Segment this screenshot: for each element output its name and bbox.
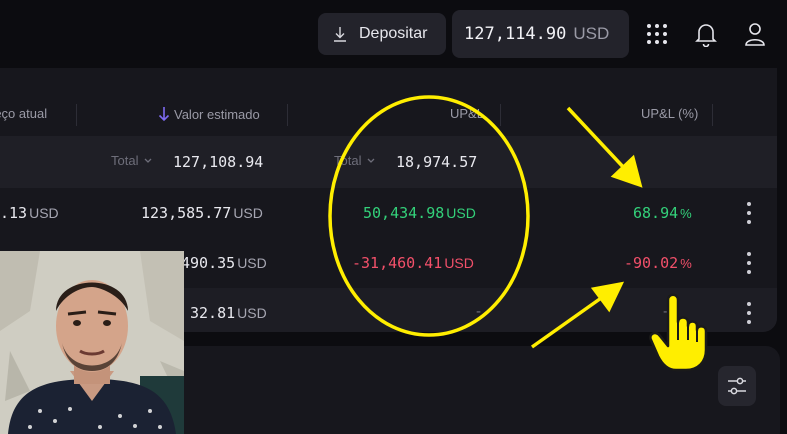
estimated-value-cell: 490.35 USD <box>181 254 267 272</box>
chevron-down-icon <box>145 158 152 163</box>
deposit-label: Depositar <box>359 25 428 42</box>
download-icon <box>334 27 346 42</box>
current-price-cell: .13 USD <box>0 204 59 222</box>
secondary-panel <box>150 346 780 434</box>
column-divider <box>287 104 288 126</box>
totals-row: Total 127,108.94 Total 18,974.57 <box>0 136 777 188</box>
chevron-down-icon <box>368 158 375 163</box>
bell-icon[interactable] <box>693 20 719 48</box>
upl-cell: 50,434.98 USD <box>363 204 476 222</box>
total-estimated-label[interactable]: Total <box>111 153 152 168</box>
upl-pct-cell: -90.02% <box>624 254 692 272</box>
column-estimated-value-label: Valor estimado <box>174 106 260 122</box>
balance-display[interactable]: 127,114.90 USD <box>452 10 629 58</box>
total-upl-value: 18,974.57 <box>396 153 478 171</box>
upl-pct-cell: 68.94% <box>633 204 692 222</box>
total-estimated-value: 127,108.94 <box>173 153 264 171</box>
balance-currency: USD <box>573 24 610 43</box>
column-divider <box>76 104 77 126</box>
deposit-button[interactable]: Depositar <box>318 13 446 55</box>
column-divider <box>712 104 713 126</box>
table-row[interactable]: .13 USD 123,585.77 USD 50,434.98 USD 68.94% <box>0 188 777 238</box>
webcam-overlay <box>0 251 184 434</box>
upl-cell: - <box>476 303 481 320</box>
upl-pct-cell: - <box>663 303 668 320</box>
upl-cell: -31,460.41 USD <box>352 254 474 272</box>
column-current-price[interactable]: reço atual <box>0 106 47 121</box>
apps-grid-icon[interactable] <box>644 20 670 48</box>
kebab-menu-icon[interactable] <box>745 202 753 224</box>
column-estimated-value[interactable]: Valor estimado <box>158 106 260 122</box>
kebab-menu-icon[interactable] <box>745 302 753 324</box>
filter-sliders-icon <box>728 377 746 395</box>
estimated-value-cell: 123,585.77 USD <box>141 204 263 222</box>
top-bar: Depositar 127,114.90 USD <box>0 0 787 68</box>
column-upl-pct[interactable]: UP&L (%) <box>641 106 698 121</box>
user-icon[interactable] <box>742 20 768 48</box>
kebab-menu-icon[interactable] <box>745 252 753 274</box>
estimated-value-cell: 32.81 USD <box>190 304 267 322</box>
balance-value: 127,114.90 <box>464 24 567 44</box>
filter-button[interactable] <box>718 366 756 406</box>
column-upl[interactable]: UP&L <box>450 106 484 121</box>
total-upl-label[interactable]: Total <box>334 153 375 168</box>
sort-arrow-down-icon <box>158 107 170 122</box>
column-divider <box>500 104 501 126</box>
